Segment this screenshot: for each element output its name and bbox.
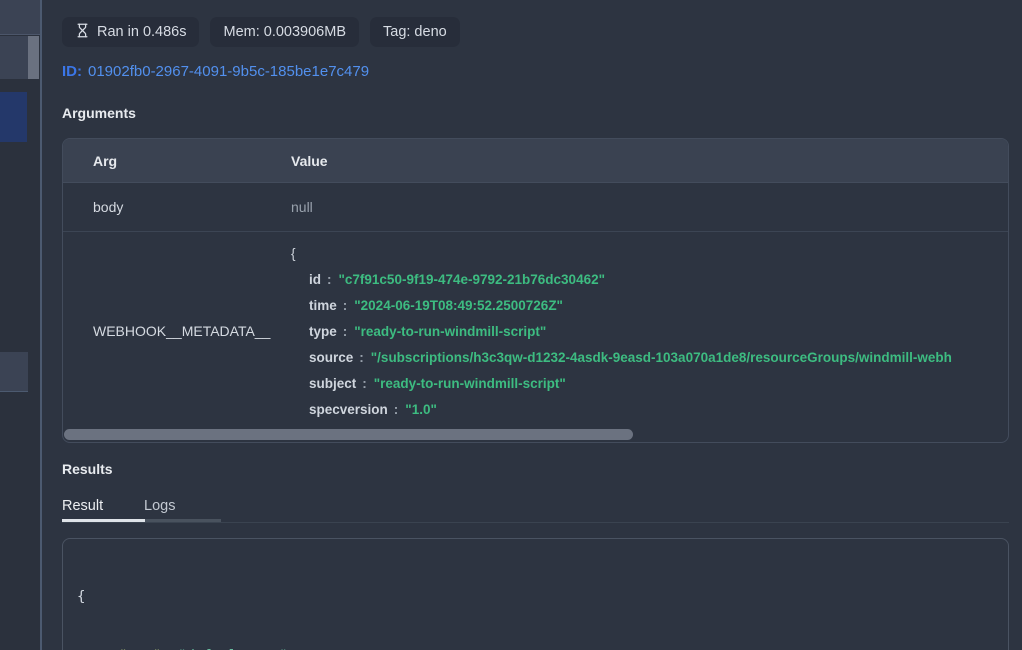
background-header-block [0, 0, 40, 35]
metadata-json-viewer: { id:"c7f91c50-9f19-474e-9792-21b76dc304… [291, 239, 1008, 423]
arg-value: null [291, 199, 1008, 215]
arg-name: WEBHOOK__METADATA__ [63, 323, 291, 339]
table-scrollbar-thumb[interactable] [64, 429, 633, 440]
code-open-brace: { [77, 588, 994, 608]
arg-name: body [63, 199, 291, 215]
results-heading: Results [62, 461, 113, 477]
json-open-brace: { [291, 241, 1008, 267]
logs-tab-underline [145, 519, 221, 522]
tab-logs[interactable]: Logs [144, 494, 220, 522]
tab-result[interactable]: Result [62, 494, 144, 522]
runtime-badge-label: Ran in 0.486s [97, 24, 186, 40]
arguments-table: Arg Value body null WEBHOOK__METADATA__ … [62, 138, 1009, 443]
background-selected-item [0, 92, 27, 142]
memory-badge-label: Mem: 0.003906MB [223, 24, 346, 40]
background-app-strip [0, 0, 42, 650]
hourglass-icon [75, 23, 90, 42]
run-info-badges: Ran in 0.486s Mem: 0.003906MB Tag: deno [62, 17, 460, 47]
json-entry-id: id:"c7f91c50-9f19-474e-9792-21b76dc30462… [291, 267, 1008, 293]
tag-badge-label: Tag: deno [383, 24, 447, 40]
result-json-viewer: { "str": "default arg", "union": "Hello … [62, 538, 1009, 650]
table-row-webhook-metadata: WEBHOOK__METADATA__ { id:"c7f91c50-9f19-… [63, 232, 1008, 429]
job-id-label: ID: [62, 63, 82, 80]
json-entry-type: type:"ready-to-run-windmill-script" [291, 319, 1008, 345]
table-row-body: body null [63, 183, 1008, 232]
background-panel-block [0, 36, 28, 79]
value-column-header: Value [291, 153, 1008, 169]
background-scrollbar-thumb [28, 36, 39, 79]
json-entry-subject: subject:"ready-to-run-windmill-script" [291, 371, 1008, 397]
json-entry-source: source:"/subscriptions/h3c3qw-d1232-4asd… [291, 345, 1008, 371]
arguments-heading: Arguments [62, 105, 136, 121]
json-entry-time: time:"2024-06-19T08:49:52.2500726Z" [291, 293, 1008, 319]
memory-badge: Mem: 0.003906MB [210, 17, 359, 47]
runtime-badge: Ran in 0.486s [62, 17, 199, 47]
arguments-table-header: Arg Value [63, 139, 1008, 183]
job-id-line: ID: 01902fb0-2967-4091-9b5c-185be1e7c479 [62, 63, 369, 80]
arg-column-header: Arg [63, 153, 291, 169]
active-tab-underline [62, 519, 145, 522]
tag-badge: Tag: deno [370, 17, 460, 47]
table-horizontal-scrollbar[interactable] [64, 428, 1007, 441]
run-detail-panel: Ran in 0.486s Mem: 0.003906MB Tag: deno … [42, 0, 1022, 650]
json-entry-specversion: specversion:"1.0" [291, 397, 1008, 423]
background-lower-block [0, 352, 28, 392]
code-entry-str: "str": "default arg", [77, 647, 994, 650]
job-id-link[interactable]: 01902fb0-2967-4091-9b5c-185be1e7c479 [88, 63, 369, 80]
